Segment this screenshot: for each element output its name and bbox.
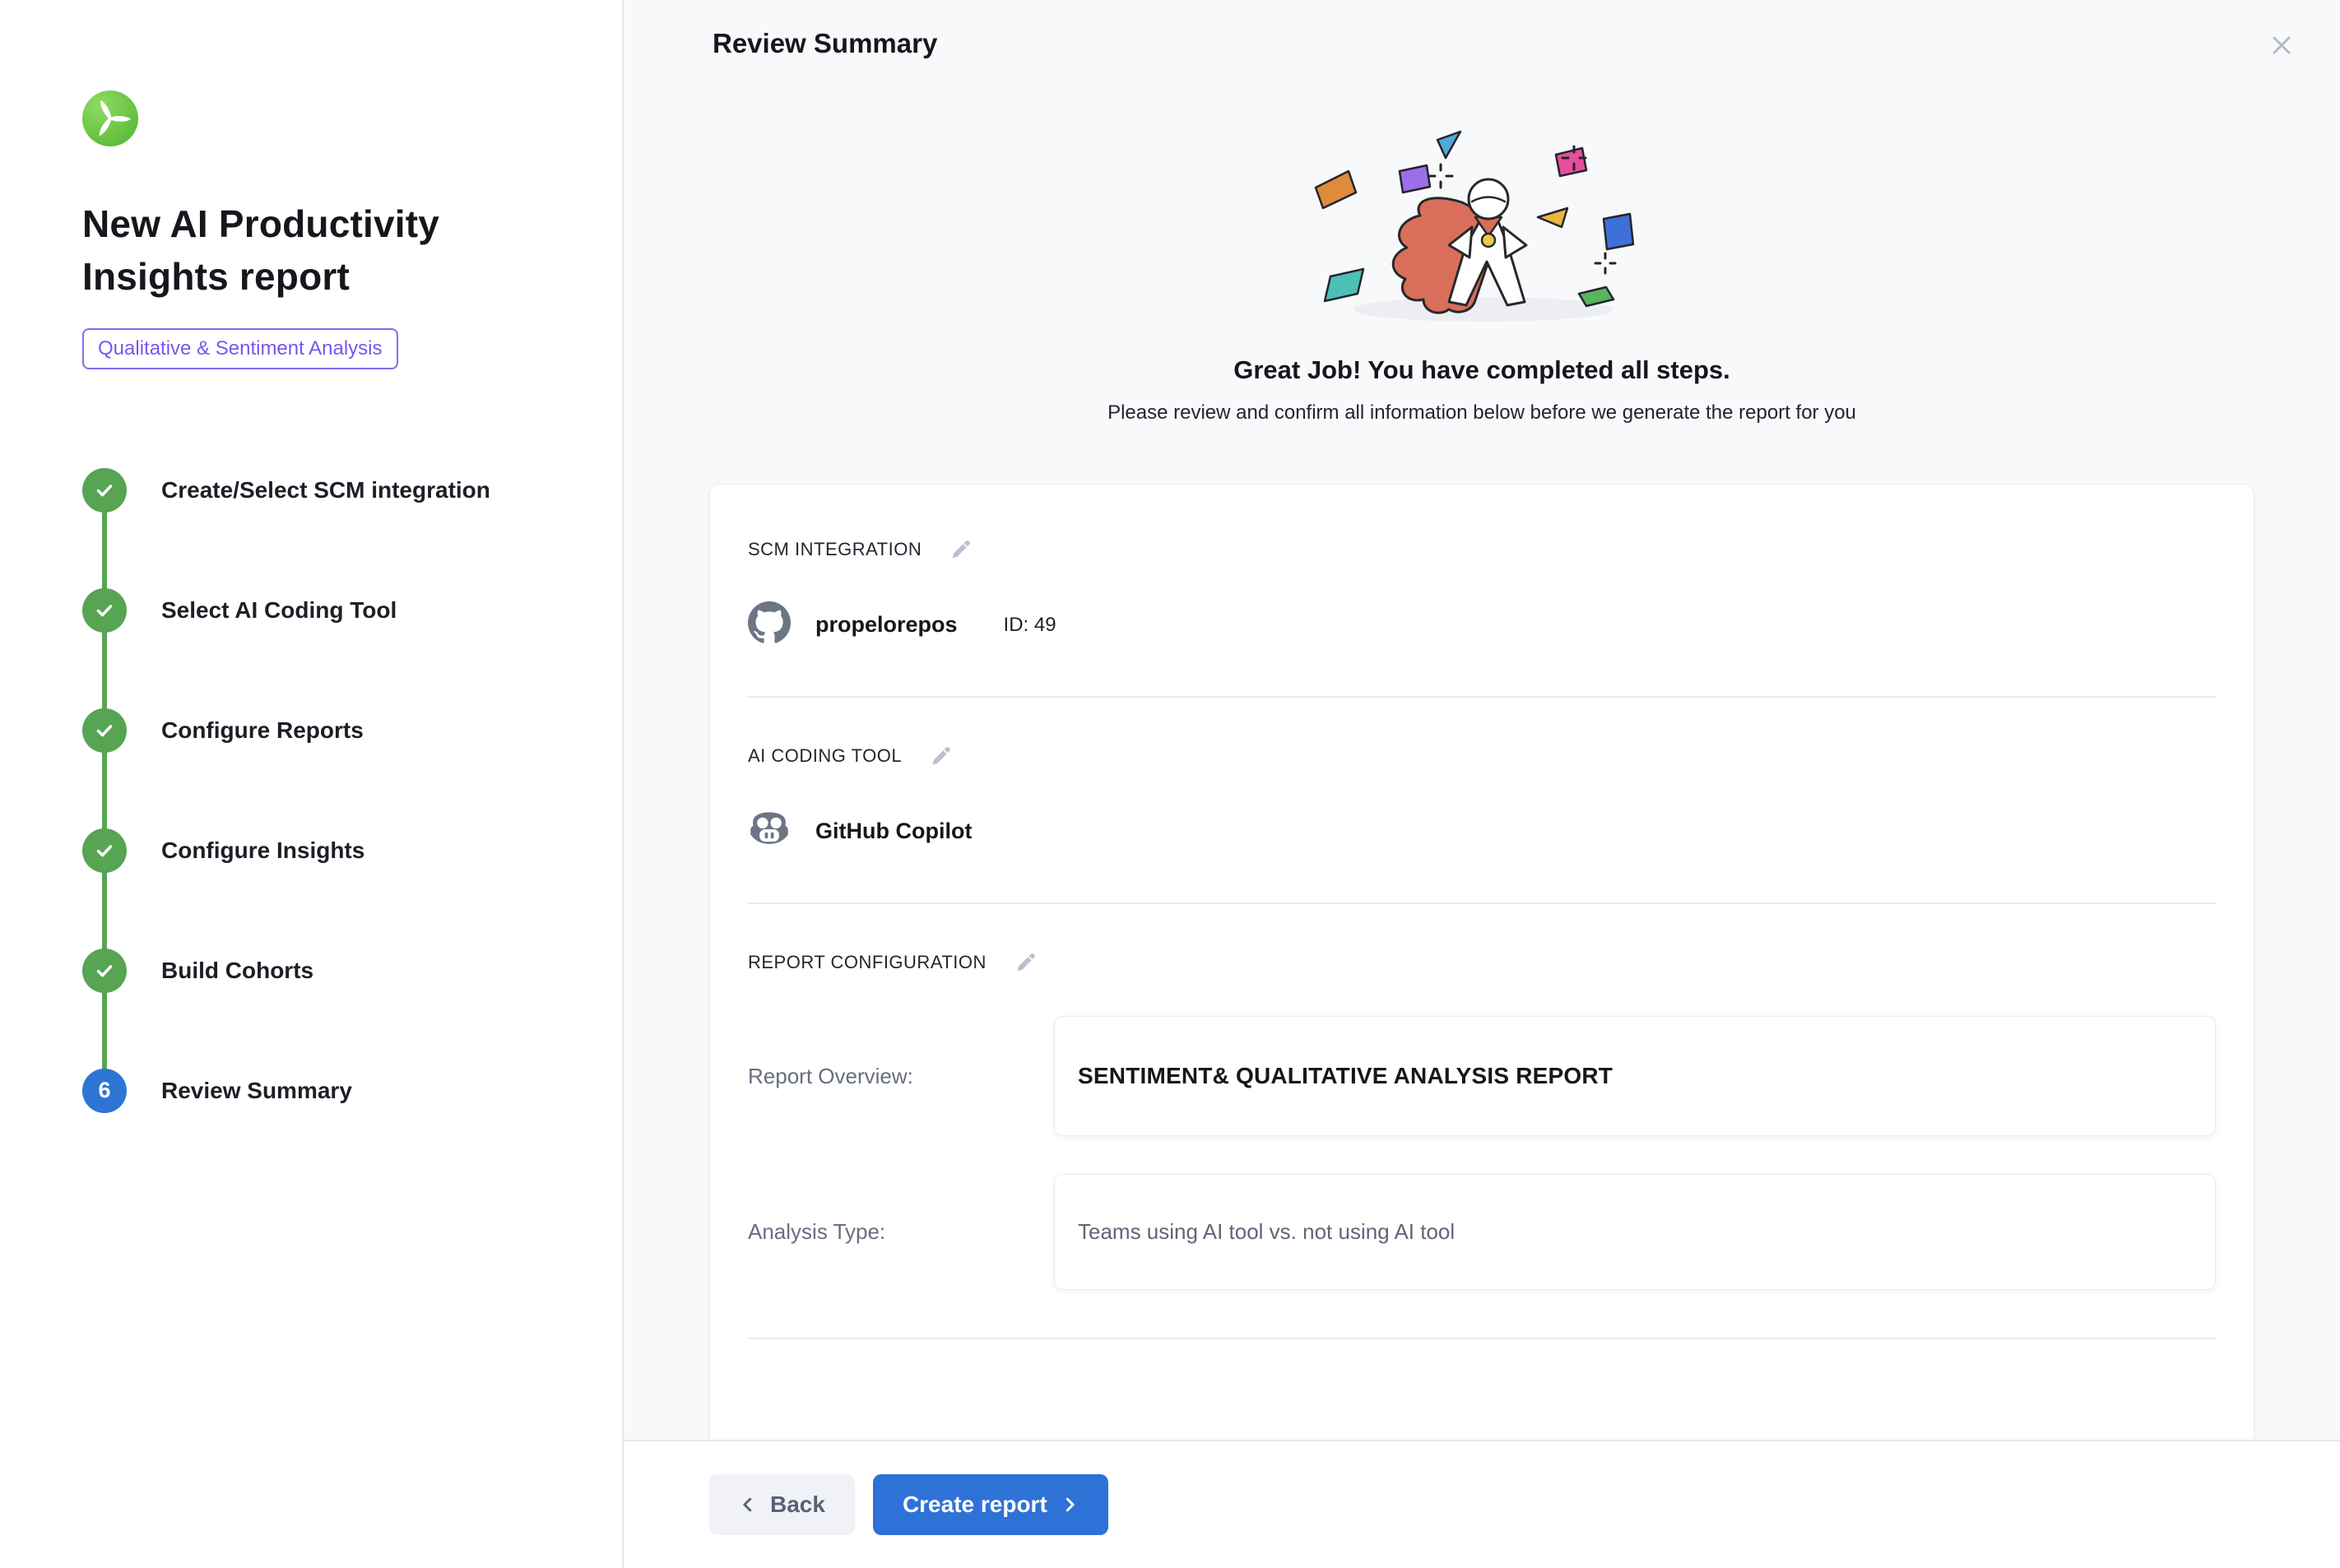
section-divider [748, 696, 2216, 698]
scm-section-label: SCM INTEGRATION [748, 539, 922, 560]
stepper-connector-line [102, 491, 107, 1092]
step-label: Configure Reports [161, 717, 364, 744]
wizard-stepper: Create/Select SCM integration Select AI … [82, 468, 589, 1113]
wizard-sidebar: New AI Productivity Insights report Qual… [0, 0, 624, 1568]
create-report-button-label: Create report [903, 1491, 1047, 1518]
app-window: New AI Productivity Insights report Qual… [0, 0, 2340, 1568]
report-overview-row: Report Overview: SENTIMENT& QUALITATIVE … [748, 1016, 2216, 1136]
step-build-cohorts[interactable]: Build Cohorts [82, 949, 589, 993]
step-label: Build Cohorts [161, 958, 313, 984]
check-circle-icon [82, 708, 127, 753]
scm-integration-id: ID: 49 [1004, 614, 1056, 637]
check-circle-icon [82, 949, 127, 993]
check-circle-icon [82, 588, 127, 633]
review-summary-panel: Review Summary [624, 0, 2340, 1568]
back-button-label: Back [770, 1491, 825, 1518]
completion-heading: Great Job! You have completed all steps. [624, 355, 2340, 385]
celebration-illustration [1276, 123, 1688, 337]
analysis-type-row: Analysis Type: Teams using AI tool vs. n… [748, 1174, 2216, 1290]
close-icon[interactable] [2268, 31, 2296, 59]
completion-subheading: Please review and confirm all informatio… [624, 401, 2340, 424]
step-review-summary[interactable]: 6 Review Summary [82, 1069, 589, 1113]
summary-card: SCM INTEGRATION propelorepos ID: 49 AI C… [709, 484, 2254, 1440]
step-label: Configure Insights [161, 837, 364, 864]
report-config-section-label: REPORT CONFIGURATION [748, 952, 987, 973]
panel-scroll-area: Great Job! You have completed all steps.… [624, 90, 2340, 1440]
github-copilot-icon [748, 808, 791, 855]
edit-ai-tool-pencil-icon[interactable] [928, 742, 956, 770]
back-button[interactable]: Back [709, 1474, 855, 1535]
create-report-button[interactable]: Create report [873, 1474, 1108, 1535]
ai-tool-section-label: AI CODING TOOL [748, 745, 902, 767]
propelo-logo-icon [82, 90, 138, 146]
page-title: Review Summary [713, 28, 937, 59]
wizard-title: New AI Productivity Insights report [82, 197, 527, 304]
step-label: Create/Select SCM integration [161, 477, 490, 503]
step-number-badge: 6 [82, 1069, 127, 1113]
analysis-type-badge: Qualitative & Sentiment Analysis [82, 328, 398, 369]
analysis-type-value: Teams using AI tool vs. not using AI too… [1054, 1174, 2216, 1290]
edit-scm-pencil-icon[interactable] [948, 536, 976, 564]
report-overview-value: SENTIMENT& QUALITATIVE ANALYSIS REPORT [1054, 1016, 2216, 1136]
step-select-ai-tool[interactable]: Select AI Coding Tool [82, 588, 589, 633]
section-divider [748, 1338, 2216, 1339]
analysis-type-label: Analysis Type: [748, 1219, 1054, 1245]
chevron-right-icon [1061, 1496, 1079, 1514]
step-configure-insights[interactable]: Configure Insights [82, 828, 589, 873]
scm-integration-name: propelorepos [815, 612, 958, 638]
step-label: Select AI Coding Tool [161, 597, 397, 624]
step-configure-reports[interactable]: Configure Reports [82, 708, 589, 753]
report-overview-label: Report Overview: [748, 1064, 1054, 1089]
step-create-select-scm[interactable]: Create/Select SCM integration [82, 468, 589, 513]
chevron-left-icon [739, 1496, 757, 1514]
check-circle-icon [82, 468, 127, 513]
edit-report-config-pencil-icon[interactable] [1013, 949, 1041, 977]
github-icon [748, 601, 791, 648]
check-circle-icon [82, 828, 127, 873]
section-divider [748, 902, 2216, 904]
wizard-footer: Back Create report [624, 1440, 2340, 1568]
step-label: Review Summary [161, 1078, 352, 1104]
ai-tool-name: GitHub Copilot [815, 819, 972, 844]
